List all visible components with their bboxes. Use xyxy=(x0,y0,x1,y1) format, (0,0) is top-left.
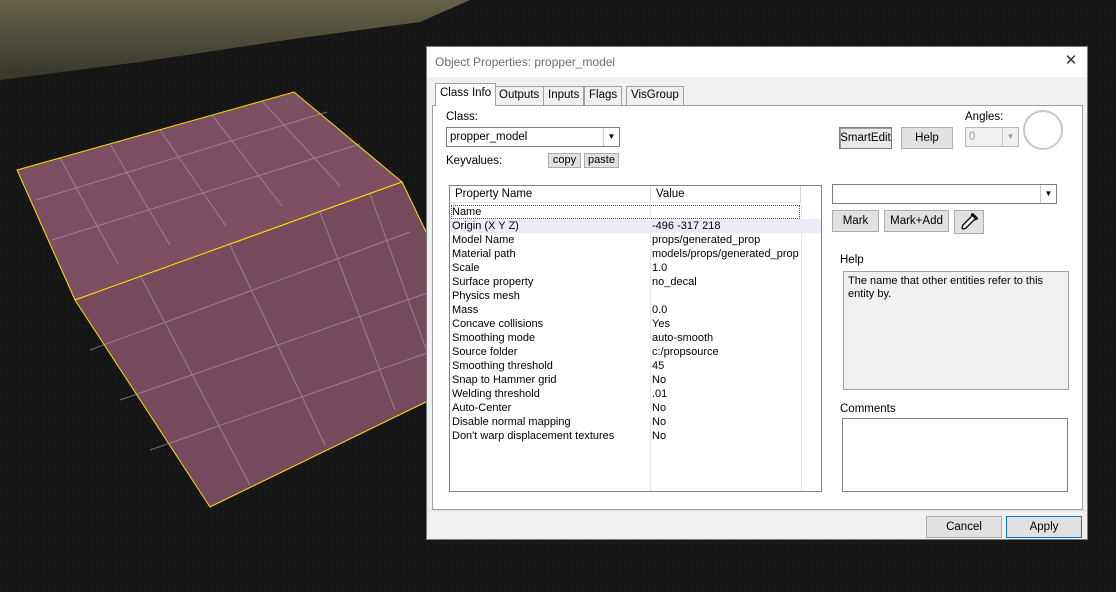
footer-divider xyxy=(427,510,1087,511)
property-name-cell: Don't warp displacement textures xyxy=(452,430,615,442)
tab-flags[interactable]: Flags xyxy=(584,86,623,105)
table-row[interactable]: Material path models/props/generated_prop xyxy=(450,247,821,261)
value-combobox[interactable]: ▼ xyxy=(832,184,1057,204)
help-text-box: The name that other entities refer to th… xyxy=(843,271,1069,390)
chevron-down-icon[interactable]: ▼ xyxy=(603,128,619,146)
class-combobox[interactable]: propper_model ▼ xyxy=(446,127,620,147)
property-name-cell: Model Name xyxy=(452,234,515,246)
table-row[interactable]: Scale 1.0 xyxy=(450,261,821,275)
property-value-cell: Yes xyxy=(652,318,670,330)
table-row[interactable]: Auto-Center No xyxy=(450,401,821,415)
property-name-cell: Physics mesh xyxy=(452,290,520,302)
property-name-cell: Origin (X Y Z) xyxy=(452,220,519,232)
property-name-cell: Mass xyxy=(452,304,479,316)
class-label: Class: xyxy=(446,111,478,123)
angles-dial[interactable] xyxy=(1023,110,1063,150)
table-row[interactable]: Snap to Hammer grid No xyxy=(450,373,821,387)
property-name-cell: Auto-Center xyxy=(452,402,512,414)
tab-class-info[interactable]: Class Info xyxy=(435,83,497,106)
keyvalues-label: Keyvalues: xyxy=(446,155,503,167)
angles-label: Angles: xyxy=(965,111,1004,123)
table-row[interactable]: Don't warp displacement textures No xyxy=(450,429,821,443)
table-row[interactable]: Origin (X Y Z) -496 -317 218 xyxy=(450,219,821,233)
property-name-cell: Material path xyxy=(452,248,516,260)
title-bar: Object Properties: propper_model ✕ xyxy=(427,47,1087,77)
eyedropper-button[interactable] xyxy=(954,210,984,234)
table-row[interactable]: Physics mesh xyxy=(450,289,821,303)
property-name-cell: Surface property xyxy=(452,276,534,288)
chevron-down-icon[interactable]: ▼ xyxy=(1040,185,1056,203)
table-row[interactable]: Concave collisions Yes xyxy=(450,317,821,331)
property-value-cell: models/props/generated_prop xyxy=(652,248,799,260)
angles-value: 0 xyxy=(969,131,976,143)
table-row[interactable]: Smoothing mode auto-smooth xyxy=(450,331,821,345)
tab-visgroup[interactable]: VisGroup xyxy=(626,86,684,105)
property-value-cell: 1.0 xyxy=(652,262,668,274)
close-icon[interactable]: ✕ xyxy=(1061,51,1081,71)
property-value-cell: no_decal xyxy=(652,276,697,288)
tab-inputs[interactable]: Inputs xyxy=(543,86,585,105)
table-row[interactable]: Model Name props/generated_prop xyxy=(450,233,821,247)
property-value-cell: -496 -317 218 xyxy=(652,220,721,232)
comments-label: Comments xyxy=(840,403,896,415)
property-name-cell: Welding threshold xyxy=(452,388,540,400)
eyedropper-icon xyxy=(961,212,979,230)
property-name-cell: Disable normal mapping xyxy=(452,416,571,428)
paste-button[interactable]: paste xyxy=(584,153,619,168)
tab-outputs[interactable]: Outputs xyxy=(494,86,545,105)
table-row[interactable]: Mass 0.0 xyxy=(450,303,821,317)
table-row[interactable]: Surface property no_decal xyxy=(450,275,821,289)
property-value-cell: No xyxy=(652,416,667,428)
chevron-down-icon: ▼ xyxy=(1002,128,1018,146)
copy-button[interactable]: copy xyxy=(548,153,581,168)
property-value-cell: auto-smooth xyxy=(652,332,714,344)
help-button[interactable]: Help xyxy=(901,127,953,149)
property-name-cell: Concave collisions xyxy=(452,318,544,330)
keyvalues-grid[interactable]: Property Name Value Name Origin (X Y Z) -4… xyxy=(449,185,822,492)
table-row[interactable]: Disable normal mapping No xyxy=(450,415,821,429)
comments-input[interactable] xyxy=(842,418,1068,492)
header-property-name[interactable]: Property Name xyxy=(450,186,651,203)
property-value-cell: No xyxy=(652,374,667,386)
table-row[interactable]: Name xyxy=(450,205,821,219)
table-row[interactable]: Source folder c:/propsource xyxy=(450,345,821,359)
selection-focus-rect xyxy=(451,205,800,219)
table-row[interactable]: Smoothing threshold 45 xyxy=(450,359,821,373)
property-value-cell: 45 xyxy=(652,360,665,372)
property-name-cell: Source folder xyxy=(452,346,518,358)
property-name-cell: Smoothing mode xyxy=(452,332,536,344)
property-value-cell: .01 xyxy=(652,388,668,400)
property-value-cell: props/generated_prop xyxy=(652,234,761,246)
property-value-cell: c:/propsource xyxy=(652,346,719,358)
header-value[interactable]: Value xyxy=(651,186,801,203)
table-row[interactable]: Welding threshold .01 xyxy=(450,387,821,401)
cancel-button[interactable]: Cancel xyxy=(926,516,1002,538)
property-value-cell xyxy=(652,289,800,303)
property-value-cell: 0.0 xyxy=(652,304,668,316)
grid-header: Property Name Value xyxy=(450,186,821,203)
mark-button[interactable]: Mark xyxy=(832,210,879,232)
property-name-cell: Scale xyxy=(452,262,480,274)
window-title: Object Properties: propper_model xyxy=(435,55,616,69)
property-value-cell: No xyxy=(652,430,667,442)
angles-combobox: 0 ▼ xyxy=(965,127,1019,147)
property-name-cell: Smoothing threshold xyxy=(452,360,553,372)
smartedit-toggle[interactable]: SmartEdit xyxy=(839,127,892,149)
property-name-cell: Snap to Hammer grid xyxy=(452,374,557,386)
class-value: propper_model xyxy=(450,131,528,143)
property-value-cell: No xyxy=(652,402,667,414)
object-properties-dialog: Object Properties: propper_model ✕ Class… xyxy=(426,46,1088,540)
help-section-label: Help xyxy=(840,254,864,266)
apply-button[interactable]: Apply xyxy=(1006,516,1082,538)
mark-add-button[interactable]: Mark+Add xyxy=(884,210,949,232)
